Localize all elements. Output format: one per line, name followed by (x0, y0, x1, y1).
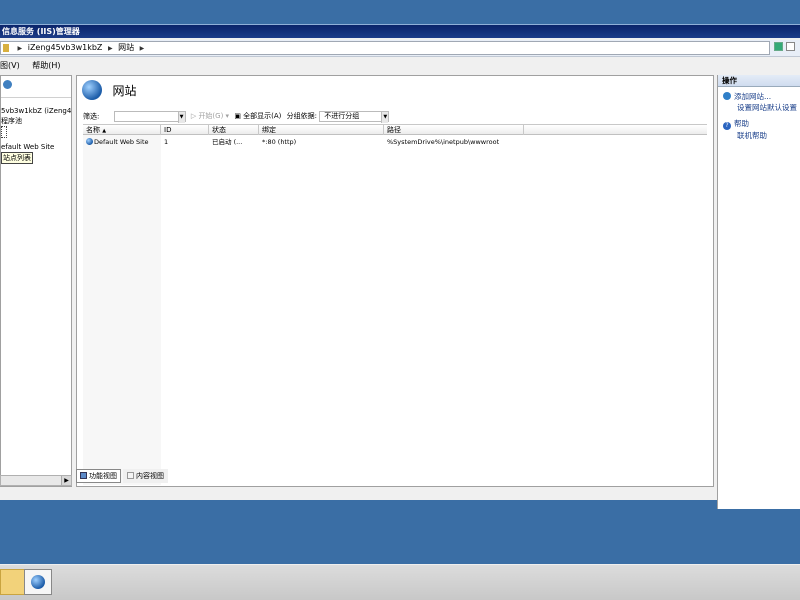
add-site-link[interactable]: 添加网站... (718, 91, 800, 102)
tab-content-view[interactable]: 内容视图 (123, 469, 168, 483)
menu-view[interactable]: 图(V) (0, 58, 20, 74)
chevron-right-icon: ▶ (107, 45, 113, 52)
page-header: 网站 (82, 80, 137, 104)
address-tools (774, 42, 800, 54)
page-title: 网站 (112, 83, 137, 98)
tree-tooltip: 站点列表 (1, 152, 33, 164)
address-segment-server[interactable]: iZeng45vb3w1kbZ (28, 43, 103, 52)
view-tabs: 功能视图 内容视图 (76, 469, 276, 483)
chevron-right-icon: ▶ (17, 45, 23, 52)
address-bar: ▶ iZeng45vb3w1kbZ ▶ 网站 ▶ (0, 40, 800, 57)
actions-header: 操作 (718, 75, 800, 87)
scroll-right-icon[interactable]: ▶ (61, 476, 71, 485)
tree-node-server[interactable]: 5vb3w1kbZ (iZeng45vb (1, 106, 71, 116)
help-link[interactable]: ? 帮助 (718, 118, 800, 130)
window-title: 信息服务 (IIS)管理器 (0, 25, 800, 38)
cell-status: 已启动 (... (212, 138, 243, 146)
filter-toolbar: 筛选: ▼ ▷ 开始(G) ▾ ▣ 全部显示(A) 分组依据: 不进行分组 ▼ (83, 110, 707, 123)
column-header-path[interactable]: 路径 (384, 125, 524, 135)
connections-pane: 5vb3w1kbZ (iZeng45vb 程序池 efault Web Site… (0, 75, 72, 487)
name-column-shade (83, 135, 161, 485)
iis-manager-window: 信息服务 (IIS)管理器 ▶ iZeng45vb3w1kbZ ▶ 网站 ▶ 图… (0, 24, 800, 509)
sites-page: 网站 筛选: ▼ ▷ 开始(G) ▾ ▣ 全部显示(A) 分组依据: 不进行分组… (76, 75, 714, 487)
column-header-id[interactable]: ID (161, 125, 209, 135)
table-row[interactable]: Default Web Site 1 已启动 (... *:80 (http) … (83, 137, 707, 147)
group-by-label: 分组依据: (286, 112, 318, 120)
stop-icon[interactable] (786, 42, 795, 51)
cell-name: Default Web Site (83, 137, 161, 147)
cell-id: 1 (164, 138, 169, 146)
connections-tree: 5vb3w1kbZ (iZeng45vb 程序池 efault Web Site… (1, 98, 71, 164)
actions-pane: 操作 添加网站... 设置网站默认设置 ? 帮助 联机帮助 (717, 75, 800, 509)
iis-manager-taskbar-icon[interactable] (24, 569, 52, 595)
refresh-icon[interactable] (774, 42, 783, 51)
tab-features-view[interactable]: 功能视图 (76, 469, 121, 483)
column-header-binding[interactable]: 绑定 (259, 125, 384, 135)
chevron-right-icon: ▶ (139, 45, 145, 52)
address-segment-sites[interactable]: 网站 (118, 43, 134, 52)
chevron-down-icon[interactable]: ▼ (381, 112, 389, 123)
cell-path: %SystemDrive%\inetpub\wwwroot (387, 138, 500, 146)
content-view-icon (127, 472, 134, 479)
site-defaults-link[interactable]: 设置网站默认设置 (718, 102, 800, 113)
connections-toolbar (1, 76, 71, 98)
globe-add-icon (723, 92, 731, 100)
filter-input[interactable]: ▼ (113, 111, 186, 123)
tree-node-default-site[interactable]: efault Web Site (1, 142, 71, 152)
cell-binding: *:80 (http) (262, 138, 297, 146)
address-box[interactable]: ▶ iZeng45vb3w1kbZ ▶ 网站 ▶ (0, 41, 770, 55)
site-globe-icon (86, 138, 93, 145)
group-by-select[interactable]: 不进行分组 ▼ (319, 111, 390, 123)
filter-label: 筛选: (83, 112, 100, 121)
menu-help[interactable]: 帮助(H) (32, 58, 60, 74)
show-all-button[interactable]: ▣ 全部显示(A) (234, 110, 281, 123)
features-view-icon (80, 472, 87, 479)
column-header-name[interactable]: 名称 ▲ (83, 125, 161, 135)
taskbar (0, 564, 800, 600)
folder-icon (3, 43, 9, 52)
tree-node-app-pools[interactable]: 程序池 (1, 116, 71, 126)
connections-scrollbar[interactable]: ▶ (0, 475, 72, 486)
column-header-status[interactable]: 状态 (209, 125, 259, 135)
chevron-down-icon[interactable]: ▼ (177, 112, 185, 123)
desktop-background (0, 0, 800, 24)
sites-grid: 名称 ▲ ID 状态 绑定 路径 Default Web Site 1 已启动 … (83, 124, 707, 485)
online-help-link[interactable]: 联机帮助 (718, 130, 800, 141)
connect-icon[interactable] (3, 80, 12, 89)
grid-header: 名称 ▲ ID 状态 绑定 路径 (83, 125, 707, 135)
menu-bar: 图(V) 帮助(H) (0, 58, 800, 74)
tree-node-sites-selected[interactable] (1, 126, 8, 138)
sites-globe-icon (82, 80, 102, 100)
help-icon: ? (723, 122, 731, 130)
start-button[interactable]: ▷ 开始(G) ▾ (191, 110, 229, 123)
